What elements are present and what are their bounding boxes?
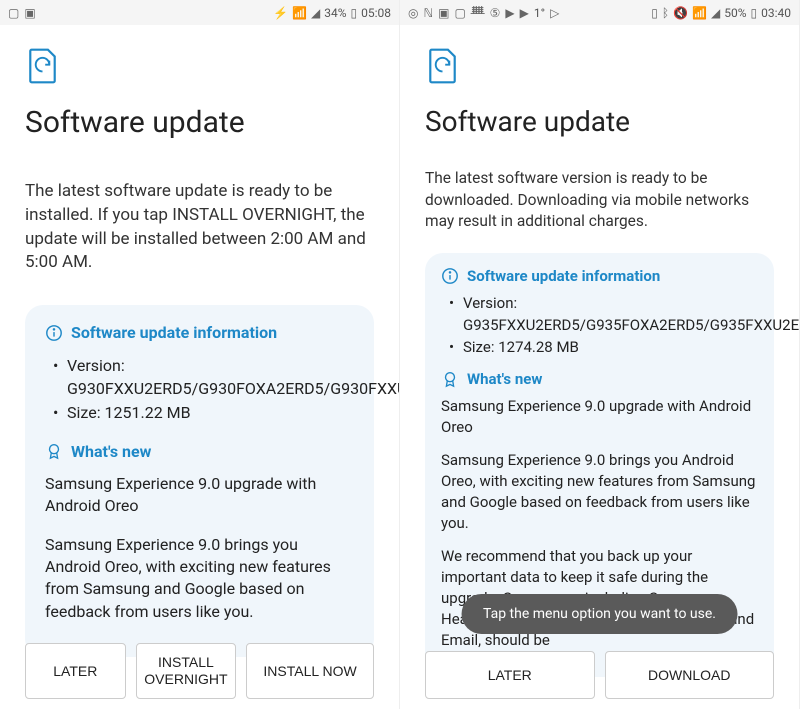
bluetooth-icon: ᛒ [662, 6, 669, 20]
page-title: Software update [25, 105, 374, 140]
statusbar-right: ◎ ℕ ▣ ▢ ᚙ ⑤ ▶ ▶ 1° ▷ ▯ ᛒ 🔇 📶 ◢ 50% ▯ 03:… [400, 0, 799, 25]
whatsnew-p2: Samsung Experience 9.0 brings you Androi… [441, 450, 758, 534]
whatsnew-heading: What's new [45, 442, 354, 461]
install-overnight-button[interactable]: INSTALL OVERNIGHT [136, 643, 237, 699]
software-update-icon [425, 47, 460, 85]
info-icon [45, 324, 63, 342]
size-item: Size: 1251.22 MB [53, 401, 354, 424]
info-card: Software update information Version: G93… [25, 305, 374, 657]
gallery-icon: ▢ [454, 6, 465, 20]
badge-icon [441, 370, 459, 388]
gallery-icon: ▢ [8, 6, 19, 20]
phone-left: ▢ ▣ ⚡ 📶 ◢ 34% ▯ 05:08 Software update Th… [0, 0, 400, 709]
signal-icon: ◢ [711, 6, 720, 20]
phone-right: ◎ ℕ ▣ ▢ ᚙ ⑤ ▶ ▶ 1° ▷ ▯ ᛒ 🔇 📶 ◢ 50% ▯ 03:… [400, 0, 800, 709]
badge-icon [45, 442, 63, 460]
temperature-label: 1° [534, 6, 545, 20]
battery-saver-icon: ⚡ [273, 6, 288, 20]
update-description: The latest software update is ready to b… [25, 180, 374, 275]
time-label: 03:40 [761, 6, 791, 20]
tablet-icon: ▯ [651, 6, 658, 20]
usb-icon: ᚙ [471, 6, 485, 20]
wifi-icon: 📶 [692, 6, 707, 20]
whatsnew-label: What's new [71, 442, 151, 461]
whatsnew-label: What's new [467, 370, 542, 388]
nfc-icon: ℕ [423, 6, 433, 20]
whatsnew-p1: Samsung Experience 9.0 upgrade with Andr… [441, 396, 758, 438]
signal-icon: ◢ [311, 6, 320, 20]
info-label: Software update information [71, 323, 277, 342]
whatsnew-p1: Samsung Experience 9.0 upgrade with Andr… [45, 473, 354, 518]
screenshot-icon: ▣ [24, 6, 35, 20]
youtube-icon: ▶ [505, 6, 514, 20]
info-heading: Software update information [441, 267, 758, 285]
download-button[interactable]: DOWNLOAD [605, 651, 775, 699]
whatsnew-heading: What's new [441, 370, 758, 388]
mute-icon: 🔇 [673, 6, 688, 20]
later-button[interactable]: LATER [425, 651, 595, 699]
battery-percent: 50% [724, 6, 746, 20]
battery-icon: ▯ [751, 6, 758, 20]
wifi-icon: 📶 [292, 6, 307, 20]
install-now-button[interactable]: INSTALL NOW [246, 643, 374, 699]
playstore-icon: ▷ [550, 6, 559, 20]
screenshot-icon: ▣ [438, 6, 449, 20]
statusbar-left: ▢ ▣ ⚡ 📶 ◢ 34% ▯ 05:08 [0, 0, 399, 25]
later-button[interactable]: LATER [25, 643, 126, 699]
battery-icon: ▯ [351, 6, 358, 20]
instagram-icon: ◎ [408, 6, 418, 20]
version-item: Version: G935FXXU2ERD5/G935FOXA2ERD5/G93… [449, 293, 758, 337]
software-update-icon [25, 47, 60, 85]
info-label: Software update information [467, 267, 660, 285]
page-title: Software update [425, 105, 774, 138]
time-label: 05:08 [361, 6, 391, 20]
info-icon [441, 267, 459, 285]
toast-message: Tap the menu option you want to use. [461, 594, 738, 634]
version-item: Version: G930FXXU2ERD5/G930FOXA2ERD5/G93… [53, 354, 354, 400]
size-item: Size: 1274.28 MB [449, 337, 758, 359]
info-heading: Software update information [45, 323, 354, 342]
update-description: The latest software version is ready to … [425, 168, 774, 233]
youtube2-icon: ▶ [520, 6, 529, 20]
sd-icon: ⑤ [490, 6, 501, 20]
battery-percent: 34% [324, 6, 346, 20]
whatsnew-p2: Samsung Experience 9.0 brings you Androi… [45, 534, 354, 624]
